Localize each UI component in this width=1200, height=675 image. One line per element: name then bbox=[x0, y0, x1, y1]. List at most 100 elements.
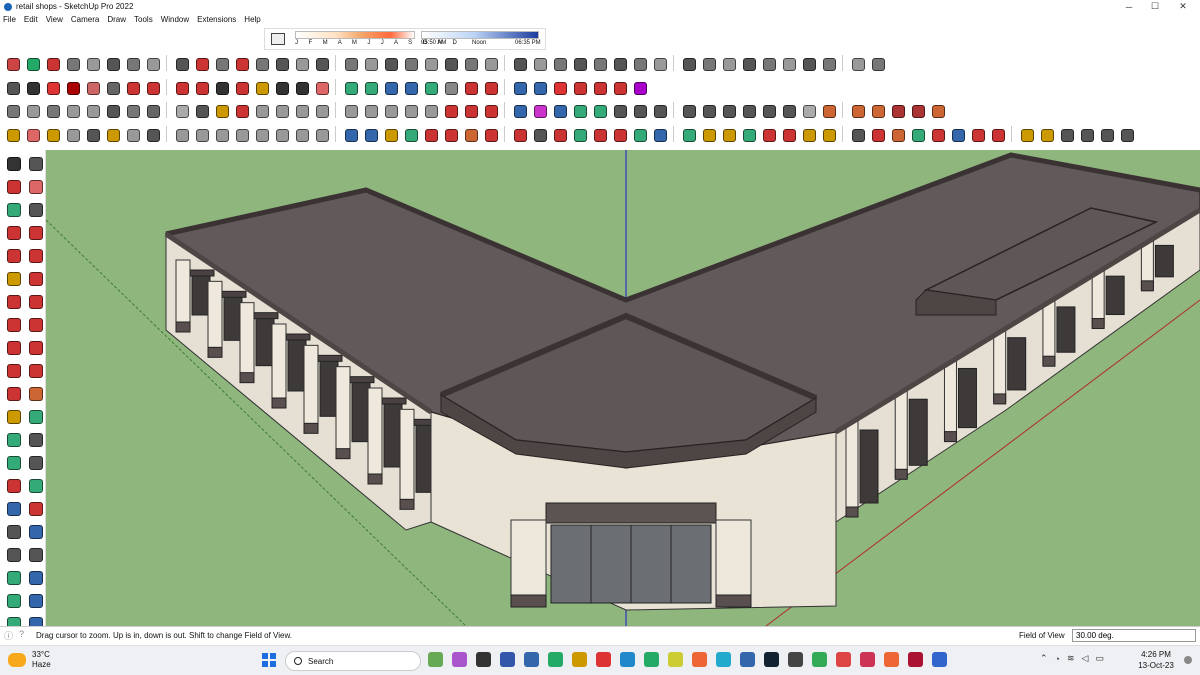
toolbar-tool-icon[interactable] bbox=[293, 55, 310, 72]
toolbar-tool-icon[interactable] bbox=[1118, 126, 1135, 143]
toolbar-tool-icon[interactable] bbox=[313, 102, 330, 119]
toolbar-tool-icon[interactable] bbox=[64, 55, 81, 72]
toolbar-tool-icon[interactable] bbox=[989, 126, 1006, 143]
taskbar-app-icon[interactable] bbox=[668, 652, 683, 667]
toolbar-tool-icon[interactable] bbox=[422, 126, 439, 143]
toolbar-tool-icon[interactable] bbox=[442, 126, 459, 143]
left-tool-icon[interactable] bbox=[26, 315, 44, 333]
left-tool-icon[interactable] bbox=[4, 384, 22, 402]
chevron-up-icon[interactable]: ⌃ bbox=[1040, 653, 1048, 664]
left-tool-icon[interactable] bbox=[4, 223, 22, 241]
toolbar-tool-icon[interactable] bbox=[124, 79, 141, 96]
taskbar-app-icon[interactable] bbox=[596, 652, 611, 667]
toolbar-tool-icon[interactable] bbox=[44, 102, 61, 119]
toolbar-tool-icon[interactable] bbox=[869, 102, 886, 119]
toolbar-tool-icon[interactable] bbox=[44, 79, 61, 96]
left-tool-icon[interactable] bbox=[4, 338, 22, 356]
taskbar-search[interactable]: Search bbox=[285, 651, 421, 671]
taskbar-app-icon[interactable] bbox=[908, 652, 923, 667]
left-tool-icon[interactable] bbox=[4, 292, 22, 310]
toolbar-tool-icon[interactable] bbox=[293, 126, 310, 143]
taskbar-app-icon[interactable] bbox=[716, 652, 731, 667]
toolbar-tool-icon[interactable] bbox=[929, 102, 946, 119]
toolbar-tool-icon[interactable] bbox=[869, 126, 886, 143]
toolbar-tool-icon[interactable] bbox=[760, 126, 777, 143]
toolbar-tool-icon[interactable] bbox=[362, 79, 379, 96]
shadow-toggle-button[interactable] bbox=[271, 33, 285, 45]
toolbar-tool-icon[interactable] bbox=[84, 126, 101, 143]
toolbar-tool-icon[interactable] bbox=[313, 55, 330, 72]
toolbar-tool-icon[interactable] bbox=[273, 102, 290, 119]
toolbar-tool-icon[interactable] bbox=[253, 79, 270, 96]
toolbar-tool-icon[interactable] bbox=[4, 126, 21, 143]
toolbar-tool-icon[interactable] bbox=[780, 102, 797, 119]
left-tool-icon[interactable] bbox=[26, 591, 44, 609]
left-tool-icon[interactable] bbox=[26, 292, 44, 310]
left-tool-icon[interactable] bbox=[4, 545, 22, 563]
toolbar-tool-icon[interactable] bbox=[571, 102, 588, 119]
toolbar-tool-icon[interactable] bbox=[849, 55, 866, 72]
toolbar-tool-icon[interactable] bbox=[173, 79, 190, 96]
menu-help[interactable]: Help bbox=[244, 15, 260, 24]
taskbar-app-icon[interactable] bbox=[788, 652, 803, 667]
toolbar-tool-icon[interactable] bbox=[800, 55, 817, 72]
wifi-icon[interactable]: ≋ bbox=[1067, 653, 1075, 664]
toolbar-tool-icon[interactable] bbox=[273, 55, 290, 72]
toolbar-tool-icon[interactable] bbox=[64, 102, 81, 119]
left-tool-icon[interactable] bbox=[26, 223, 44, 241]
taskbar-app-icon[interactable] bbox=[548, 652, 563, 667]
taskbar-app-icon[interactable] bbox=[644, 652, 659, 667]
toolbar-tool-icon[interactable] bbox=[800, 126, 817, 143]
taskbar-app-icon[interactable] bbox=[500, 652, 515, 667]
toolbar-tool-icon[interactable] bbox=[382, 102, 399, 119]
toolbar-tool-icon[interactable] bbox=[293, 102, 310, 119]
toolbar-tool-icon[interactable] bbox=[651, 55, 668, 72]
toolbar-tool-icon[interactable] bbox=[233, 55, 250, 72]
toolbar-tool-icon[interactable] bbox=[482, 126, 499, 143]
toolbar-tool-icon[interactable] bbox=[24, 79, 41, 96]
toolbar-tool-icon[interactable] bbox=[720, 126, 737, 143]
toolbar-tool-icon[interactable] bbox=[422, 55, 439, 72]
toolbar-tool-icon[interactable] bbox=[1098, 126, 1115, 143]
left-tool-icon[interactable] bbox=[4, 154, 22, 172]
toolbar-tool-icon[interactable] bbox=[551, 55, 568, 72]
taskbar-app-icon[interactable] bbox=[812, 652, 827, 667]
left-tool-icon[interactable] bbox=[26, 246, 44, 264]
toolbar-tool-icon[interactable] bbox=[482, 55, 499, 72]
toolbar-tool-icon[interactable] bbox=[820, 102, 837, 119]
toolbar-tool-icon[interactable] bbox=[442, 79, 459, 96]
toolbar-tool-icon[interactable] bbox=[889, 102, 906, 119]
taskbar-app-icon[interactable] bbox=[764, 652, 779, 667]
toolbar-tool-icon[interactable] bbox=[4, 55, 21, 72]
network-icon[interactable]: ◔ bbox=[1055, 654, 1060, 664]
toolbar-tool-icon[interactable] bbox=[84, 55, 101, 72]
toolbar-tool-icon[interactable] bbox=[591, 102, 608, 119]
toolbar-tool-icon[interactable] bbox=[213, 55, 230, 72]
toolbar-tool-icon[interactable] bbox=[611, 126, 628, 143]
toolbar-tool-icon[interactable] bbox=[909, 126, 926, 143]
toolbar-tool-icon[interactable] bbox=[293, 79, 310, 96]
toolbar-tool-icon[interactable] bbox=[273, 79, 290, 96]
toolbar-tool-icon[interactable] bbox=[700, 102, 717, 119]
volume-icon[interactable]: ◁ bbox=[1082, 653, 1089, 664]
notification-icon[interactable] bbox=[1184, 656, 1192, 664]
toolbar-tool-icon[interactable] bbox=[631, 102, 648, 119]
battery-icon[interactable]: ▭ bbox=[1095, 653, 1104, 664]
toolbar-tool-icon[interactable] bbox=[1078, 126, 1095, 143]
toolbar-tool-icon[interactable] bbox=[402, 55, 419, 72]
toolbar-tool-icon[interactable] bbox=[253, 55, 270, 72]
toolbar-tool-icon[interactable] bbox=[24, 55, 41, 72]
toolbar-tool-icon[interactable] bbox=[273, 126, 290, 143]
toolbar-tool-icon[interactable] bbox=[422, 79, 439, 96]
left-tool-icon[interactable] bbox=[26, 407, 44, 425]
toolbar-tool-icon[interactable] bbox=[800, 102, 817, 119]
toolbar-tool-icon[interactable] bbox=[382, 126, 399, 143]
toolbar-tool-icon[interactable] bbox=[631, 126, 648, 143]
toolbar-tool-icon[interactable] bbox=[124, 102, 141, 119]
left-tool-icon[interactable] bbox=[4, 522, 22, 540]
toolbar-tool-icon[interactable] bbox=[869, 55, 886, 72]
left-tool-icon[interactable] bbox=[4, 177, 22, 195]
toolbar-tool-icon[interactable] bbox=[64, 79, 81, 96]
toolbar-tool-icon[interactable] bbox=[591, 55, 608, 72]
toolbar-tool-icon[interactable] bbox=[680, 55, 697, 72]
